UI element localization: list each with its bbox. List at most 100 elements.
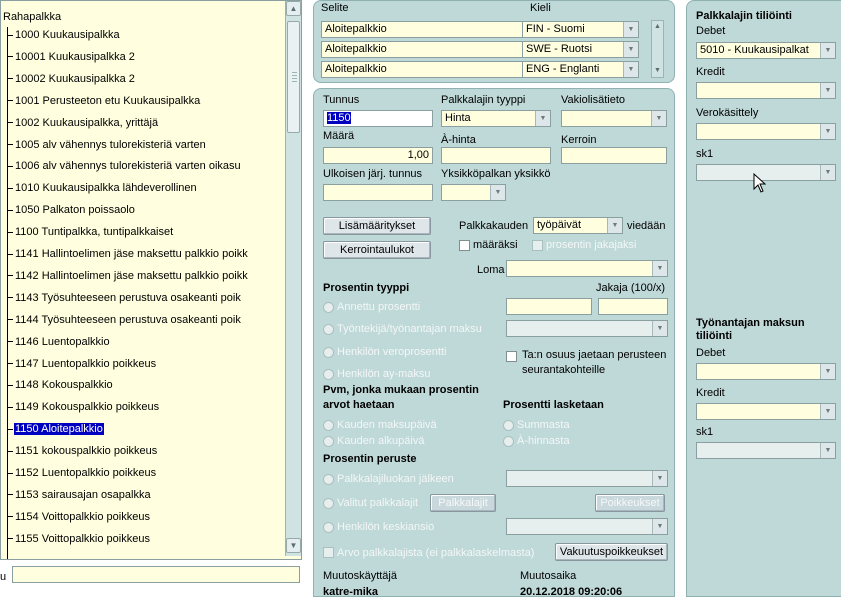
palkkalajiluokan-radio[interactable]: [323, 474, 334, 485]
tree-item[interactable]: 1146 Luentopalkkio: [7, 334, 111, 350]
tree-item[interactable]: 1153 sairausajan osapalkka: [7, 487, 152, 503]
tree-item[interactable]: 10002 Kuukausipalkka 2: [7, 71, 136, 87]
tree-item[interactable]: 1000 Kuukausipalkka: [7, 27, 121, 43]
selite-field-2[interactable]: Aloitepalkkio: [321, 41, 524, 58]
tree-scroll-thumb[interactable]: [287, 21, 300, 133]
palkkalajiluokka-select[interactable]: ▼: [506, 470, 668, 487]
annettu-prosentti-radio[interactable]: [323, 302, 334, 313]
tree-item[interactable]: 1155 Voittopalkkio poikkeus: [7, 531, 151, 547]
tree-item[interactable]: 1100 Tuntipalkka, tuntipalkkaiset: [7, 224, 174, 240]
summasta-radio[interactable]: [503, 420, 514, 431]
chevron-down-icon[interactable]: ▼: [623, 22, 638, 37]
maaraksi-checkbox[interactable]: [459, 240, 470, 251]
tree-item[interactable]: 1141 Hallintoelimen jäse maksettu palkki…: [7, 246, 249, 262]
ta-osuus-checkbox[interactable]: [506, 351, 517, 362]
scroll-down-icon[interactable]: ▼: [286, 538, 301, 553]
tree-root-label[interactable]: Rahapalkka: [3, 11, 61, 23]
selite-field-1[interactable]: Aloitepalkkio: [321, 21, 524, 38]
kieli-select-1[interactable]: FIN - Suomi ▼: [522, 21, 639, 38]
lisamaaritykset-button[interactable]: Lisämääritykset: [323, 217, 431, 235]
palkkalaji-tree[interactable]: Rahapalkka 1000 Kuukausipalkka 10001 Kuuk…: [0, 0, 302, 560]
chevron-down-icon[interactable]: ▼: [652, 471, 667, 486]
tree-item[interactable]: 1006 alv vähennys tulorekisteriä varten …: [7, 158, 242, 174]
chevron-down-icon[interactable]: ▼: [820, 404, 835, 419]
tyyppi-select[interactable]: Hinta ▼: [441, 110, 551, 127]
chevron-down-icon[interactable]: ▼: [651, 111, 666, 126]
sk1b-select[interactable]: ▼: [696, 442, 836, 459]
debet2-select[interactable]: ▼: [696, 363, 836, 380]
chevron-down-icon[interactable]: ▼: [820, 83, 835, 98]
tree-item[interactable]: 1144 Työsuhteeseen perustuva osakeanti p…: [7, 312, 242, 328]
scroll-up-icon[interactable]: ▲: [286, 1, 301, 16]
chevron-down-icon[interactable]: ▼: [490, 185, 505, 200]
tree-item[interactable]: 1148 Kokouspalkkio: [7, 377, 114, 393]
tree-item[interactable]: 10001 Kuukausipalkka 2: [7, 49, 136, 65]
vakiolisatieto-select[interactable]: ▼: [561, 110, 667, 127]
ahinta-input[interactable]: [441, 147, 551, 164]
chevron-down-icon[interactable]: ▼: [652, 519, 667, 534]
chevron-down-icon[interactable]: ▼: [652, 321, 667, 336]
tree-item[interactable]: 1002 Kuukausipalkka, yrittäjä: [7, 115, 159, 131]
selite-field-3[interactable]: Aloitepalkkio: [321, 61, 524, 78]
chevron-down-icon[interactable]: ▼: [820, 364, 835, 379]
tree-item[interactable]: 1152 Luentopalkkio poikkeus: [7, 465, 157, 481]
selite-scrollbar[interactable]: ▲ ▼: [651, 20, 664, 78]
keskiansio-radio[interactable]: [323, 522, 334, 533]
kredit2-select[interactable]: ▼: [696, 403, 836, 420]
tree-item[interactable]: 1150 Aloitepalkkio: [7, 421, 104, 437]
tree-item[interactable]: 1142 Hallintoelimen jäse maksettu palkki…: [7, 268, 249, 284]
chevron-down-icon[interactable]: ▼: [820, 43, 835, 58]
kerroin-input[interactable]: [561, 147, 667, 164]
veroprosentti-radio[interactable]: [323, 347, 334, 358]
maksupaiva-radio[interactable]: [323, 420, 334, 431]
keskiansio-select[interactable]: ▼: [506, 518, 668, 535]
scroll-down-icon[interactable]: ▼: [652, 65, 663, 77]
filter-input[interactable]: [12, 566, 300, 583]
maara-input[interactable]: 1,00: [323, 147, 433, 164]
chevron-down-icon[interactable]: ▼: [623, 42, 638, 57]
tree-item[interactable]: 1010 Kuukausipalkka lähdeverollinen: [7, 180, 198, 196]
tree-scrollbar[interactable]: ▲ ▼: [285, 1, 301, 556]
kieli-select-2[interactable]: SWE - Ruotsi ▼: [522, 41, 639, 58]
tunnus-input[interactable]: 1150: [323, 110, 433, 127]
chevron-down-icon[interactable]: ▼: [652, 261, 667, 276]
kerrointaulukot-button[interactable]: Kerrointaulukot: [323, 241, 431, 259]
tree-item[interactable]: 1147 Luentopalkkio poikkeus: [7, 356, 157, 372]
poikkeukset-button[interactable]: Poikkeukset: [595, 494, 665, 512]
chevron-down-icon[interactable]: ▼: [607, 218, 622, 233]
debet-select[interactable]: 5010 - Kuukausipalkat ▼: [696, 42, 836, 59]
ulkoisen-tunnus-input[interactable]: [323, 184, 433, 201]
jakaja-input[interactable]: [598, 298, 668, 315]
tree-item[interactable]: 1154 Voittopalkkio poikkeus: [7, 509, 151, 525]
vakuutuspoikkeukset-button[interactable]: Vakuutuspoikkeukset: [555, 543, 668, 561]
prosentin-jakajaksi-checkbox[interactable]: [532, 240, 543, 251]
tree-item[interactable]: 1050 Palkaton poissaolo: [7, 202, 136, 218]
chevron-down-icon[interactable]: ▼: [623, 62, 638, 77]
ahinnasta-radio[interactable]: [503, 436, 514, 447]
yksikko-select[interactable]: ▼: [441, 184, 506, 201]
verokasittely-select[interactable]: ▼: [696, 123, 836, 140]
prosentti-input[interactable]: [506, 298, 592, 315]
tree-item[interactable]: 1001 Perusteeton etu Kuukausipalkka: [7, 93, 201, 109]
chevron-down-icon[interactable]: ▼: [535, 111, 550, 126]
tree-item[interactable]: 1143 Työsuhteeseen perustuva osakeanti p…: [7, 290, 242, 306]
alkupaiva-radio[interactable]: [323, 436, 334, 447]
arvo-palkkalajista-checkbox[interactable]: [323, 547, 334, 558]
tree-item[interactable]: 1151 kokouspalkkio poikkeus: [7, 443, 158, 459]
chevron-down-icon[interactable]: ▼: [820, 443, 835, 458]
kredit-select[interactable]: ▼: [696, 82, 836, 99]
scroll-up-icon[interactable]: ▲: [652, 21, 663, 33]
loma-select[interactable]: ▼: [506, 260, 668, 277]
chevron-down-icon[interactable]: ▼: [820, 124, 835, 139]
kieli-select-3[interactable]: ENG - Englanti ▼: [522, 61, 639, 78]
palkkakausi-select[interactable]: työpäivät ▼: [533, 217, 623, 234]
chevron-down-icon[interactable]: ▼: [820, 165, 835, 180]
valitut-palkkalajit-radio[interactable]: [323, 498, 334, 509]
tree-item[interactable]: 1005 alv vähennys tulorekisteriä varten: [7, 137, 207, 153]
palkkalajit-button[interactable]: Palkkalajit: [430, 494, 496, 512]
maaraksi-label: määräksi: [473, 239, 518, 251]
tyontekija-maksu-select[interactable]: ▼: [506, 320, 668, 337]
tyontekija-maksu-radio[interactable]: [323, 324, 334, 335]
ay-maksu-radio[interactable]: [323, 369, 334, 380]
tree-item[interactable]: 1149 Kokouspalkkio poikkeus: [7, 399, 160, 415]
